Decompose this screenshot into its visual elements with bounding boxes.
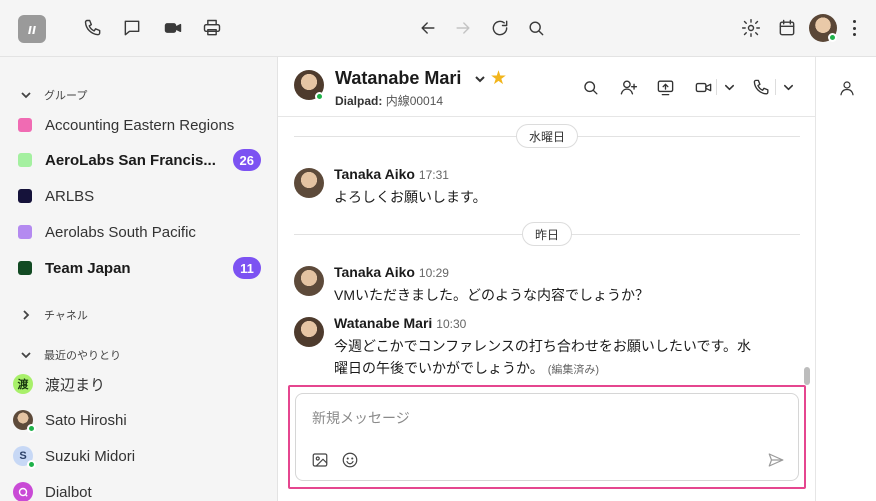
top-toolbar: ıı <box>0 0 876 57</box>
author-avatar <box>294 317 324 347</box>
message-author: Tanaka Aiko 17:31 <box>334 166 449 182</box>
sidebar-item-group[interactable]: Aerolabs South Pacific <box>0 215 277 249</box>
contact-avatar: 渡 <box>13 374 33 394</box>
group-color-swatch <box>18 153 32 167</box>
divider <box>716 79 717 95</box>
day-separator: 昨日 <box>294 222 800 246</box>
contact-extension: Dialpad: 内線00014 <box>335 94 444 108</box>
channels-section-header[interactable]: チャネル <box>20 307 88 323</box>
forward-arrow-icon <box>452 17 474 39</box>
favorite-star-icon[interactable]: ★ <box>490 67 507 90</box>
conversation-header: Watanabe Mari ★ Dialpad: 内線00014 <box>278 57 815 117</box>
kebab-menu-icon[interactable] <box>849 18 859 38</box>
sidebar-item-group[interactable]: AeroLabs San Francis... 26 <box>0 143 277 177</box>
chevron-down-icon <box>21 92 31 99</box>
emoji-icon[interactable] <box>340 450 360 470</box>
message-text: よろしくお願いします。 <box>334 189 487 205</box>
gear-icon[interactable] <box>740 17 762 39</box>
sidebar-item-contact[interactable]: Dialbot <box>0 475 277 501</box>
divider <box>775 79 776 95</box>
chevron-down-icon[interactable] <box>473 72 487 86</box>
search-icon[interactable] <box>579 76 601 98</box>
sidebar-item-label: AeroLabs San Francis... <box>45 151 216 169</box>
chevron-right-icon <box>23 310 30 320</box>
video-call-icon[interactable] <box>692 76 714 98</box>
groups-section-header[interactable]: グループ <box>20 87 87 103</box>
unread-badge: 11 <box>233 257 261 279</box>
sidebar-item-label: Dialbot <box>45 483 92 501</box>
phone-icon[interactable] <box>82 17 104 39</box>
presence-dot <box>27 424 36 433</box>
conversation-panel: Watanabe Mari ★ Dialpad: 内線00014 水曜日 Tan… <box>278 57 815 501</box>
scrollbar-thumb[interactable] <box>804 367 810 385</box>
send-icon[interactable] <box>766 450 786 470</box>
author-avatar <box>294 168 324 198</box>
sidebar: グループ Accounting Eastern Regions AeroLabs… <box>0 57 278 501</box>
presence-dot <box>828 33 837 42</box>
contact-name[interactable]: Watanabe Mari <box>335 68 461 89</box>
sidebar-item-contact[interactable]: Sato Hiroshi <box>0 403 277 437</box>
calendar-icon[interactable] <box>776 17 798 39</box>
edited-label: (編集済み) <box>547 364 600 376</box>
chevron-down-icon[interactable] <box>780 76 796 98</box>
day-separator: 水曜日 <box>294 124 800 148</box>
presence-dot <box>27 460 36 469</box>
sidebar-item-label: Accounting Eastern Regions <box>45 116 235 134</box>
group-color-swatch <box>18 225 32 239</box>
add-person-icon[interactable] <box>617 76 639 98</box>
search-icon[interactable] <box>525 17 547 39</box>
printer-icon[interactable] <box>201 17 223 39</box>
sidebar-item-group[interactable]: Accounting Eastern Regions <box>0 108 277 142</box>
sidebar-item-label: ARLBS <box>45 187 95 205</box>
video-icon[interactable] <box>162 17 184 39</box>
chevron-down-icon <box>21 352 31 359</box>
sidebar-item-contact[interactable]: S Suzuki Midori <box>0 439 277 473</box>
screen-share-icon[interactable] <box>654 76 676 98</box>
contact-details-icon[interactable] <box>838 79 858 99</box>
author-avatar <box>294 266 324 296</box>
back-arrow-icon[interactable] <box>417 17 439 39</box>
message-input[interactable] <box>312 408 772 428</box>
right-rail <box>815 57 876 501</box>
message-time: 10:29 <box>418 266 449 280</box>
image-attach-icon[interactable] <box>310 450 330 470</box>
message-author: Tanaka Aiko 10:29 <box>334 264 449 280</box>
sidebar-item-contact[interactable]: 渡 渡辺まり <box>0 367 277 401</box>
chat-icon[interactable] <box>121 17 143 39</box>
bot-avatar-icon <box>13 482 33 501</box>
unread-badge: 26 <box>232 149 261 171</box>
group-color-swatch <box>18 189 32 203</box>
message-time: 10:30 <box>436 317 467 331</box>
sidebar-item-label: Team Japan <box>45 259 131 277</box>
sidebar-item-label: Sato Hiroshi <box>45 411 127 429</box>
message-text: VMいただきました。どのような内容でしょうか？ <box>334 287 649 303</box>
presence-dot <box>315 92 324 101</box>
sidebar-item-label: Suzuki Midori <box>45 447 136 465</box>
sidebar-item-group[interactable]: ARLBS <box>0 179 277 213</box>
message-author: Watanabe Mari 10:30 <box>334 315 467 331</box>
chevron-down-icon[interactable] <box>721 76 737 98</box>
refresh-icon[interactable] <box>489 17 511 39</box>
group-color-swatch <box>18 261 32 275</box>
message-time: 17:31 <box>418 168 449 182</box>
message-composer <box>295 393 799 481</box>
phone-call-icon[interactable] <box>750 76 772 98</box>
app-logo-icon[interactable]: ıı <box>18 15 46 43</box>
recent-section-header[interactable]: 最近のやりとり <box>20 347 121 363</box>
sidebar-item-label: Aerolabs South Pacific <box>45 223 196 241</box>
sidebar-item-label: 渡辺まり <box>45 376 106 394</box>
group-color-swatch <box>18 118 32 132</box>
composer-focus-outline <box>288 385 806 489</box>
sidebar-item-group[interactable]: Team Japan 11 <box>0 251 277 285</box>
message-text: 今週どこかでコンファレンスの打ち合わせをお願いしたいです。水曜日の午後でいかがで… <box>334 338 752 376</box>
